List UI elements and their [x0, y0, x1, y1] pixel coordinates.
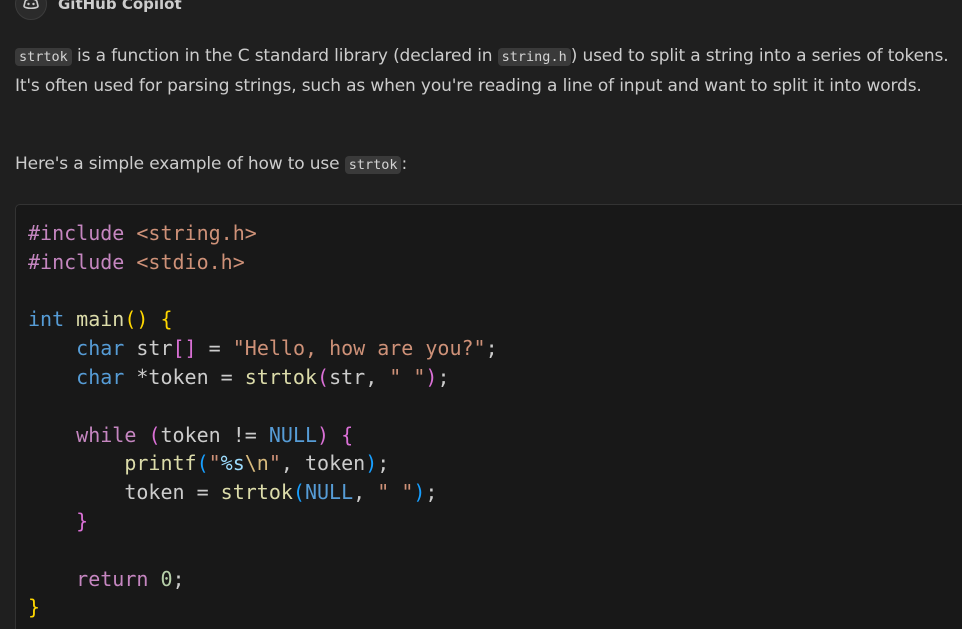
code-token: #include [28, 221, 125, 245]
code-token: NULL [304, 480, 354, 505]
inline-code-strtok: strtok [344, 156, 402, 174]
code-token: NULL [268, 422, 318, 447]
code-token: int [28, 307, 65, 332]
code-line-8: while (token != NULL) { [76, 422, 354, 447]
code-token: char [76, 365, 125, 389]
code-line-10: token = strtok(NULL, " "); [124, 480, 438, 505]
code-token: str [329, 365, 366, 389]
paragraph-text: : [401, 154, 408, 174]
code-token: "Hello, how are you?" [232, 336, 486, 361]
code-token: strtok [220, 480, 293, 505]
code-line-1: #include <string.h> [28, 219, 257, 248]
code-token: %s [220, 451, 245, 476]
code-token: token [305, 451, 366, 476]
copilot-avatar [15, 0, 47, 20]
code-line-6: char *token = strtok(str, " "); [76, 365, 450, 389]
code-token: token [124, 480, 185, 505]
inline-code-strtok: strtok [15, 48, 72, 66]
inline-code-string-h: string.h [497, 48, 571, 66]
code-token: while [76, 422, 137, 447]
code-line-4: int main() { [28, 307, 173, 332]
code-token: #include [28, 249, 125, 274]
code-token: <string.h> [136, 221, 257, 245]
code-line-13: return 0; [76, 566, 185, 591]
code-line-14: } [28, 595, 41, 620]
explanation-paragraph: strtok is a function in the C standard l… [15, 42, 950, 100]
code-line-2: #include <stdio.h> [28, 248, 245, 277]
code-token: <stdio.h> [136, 249, 245, 274]
code-token: 0 [160, 566, 173, 591]
code-token: *token [136, 365, 209, 389]
example-intro-paragraph: Here's a simple example of how to use st… [15, 150, 950, 180]
code-token: " " [389, 365, 426, 389]
code-token: strtok [244, 365, 318, 389]
code-token: return [76, 566, 149, 591]
code-token: str [136, 336, 173, 361]
author-name: GitHub Copilot [58, 0, 182, 13]
paragraph-text: is a function in the C standard library … [71, 46, 498, 66]
code-token: token [160, 422, 221, 447]
code-block[interactable]: #include <string.h> #include <stdio.h> i… [15, 204, 962, 629]
code-token: printf [124, 451, 197, 476]
code-token: \n [244, 451, 269, 476]
code-token: char [76, 336, 125, 361]
message-header: GitHub Copilot [15, 0, 182, 20]
code-line-11: } [76, 509, 89, 533]
code-line-5: char str[] = "Hello, how are you?"; [76, 336, 498, 361]
code-line-9: printf("%s\n", token); [124, 451, 390, 476]
code-token: " " [377, 480, 414, 505]
paragraph-text: Here's a simple example of how to use [15, 154, 345, 174]
code-token: main [76, 307, 125, 332]
copilot-icon [23, 0, 39, 10]
